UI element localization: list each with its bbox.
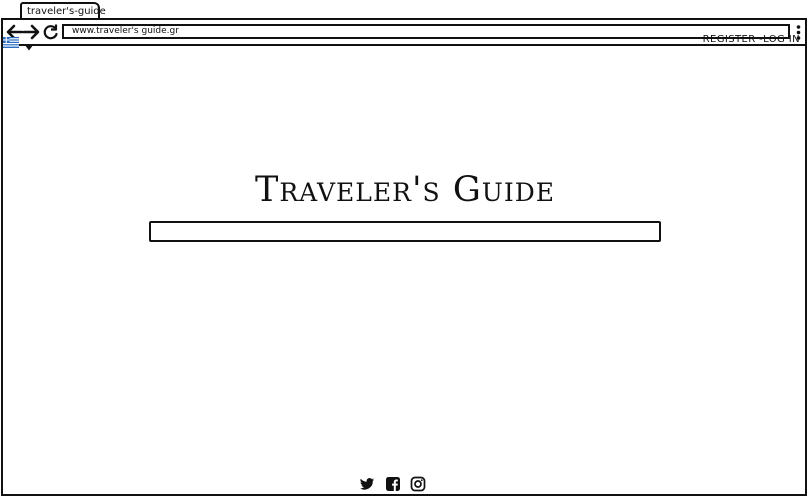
browser-toolbar: www.traveler's guide.gr [3,20,805,46]
url-text: www.traveler's guide.gr [72,26,179,36]
tab-title: traveler's-guide [27,6,106,17]
instagram-icon[interactable] [410,476,426,492]
register-login-link[interactable]: REGISTER -LOG IN [703,34,800,45]
search-input[interactable] [149,221,661,242]
site-title: Traveler's Guide [254,170,556,210]
greece-flag-icon[interactable] [3,33,19,48]
reload-icon[interactable] [42,23,60,41]
language-dropdown-caret-icon[interactable] [24,36,34,51]
browser-window: www.traveler's guide.gr [1,18,807,496]
twitter-icon[interactable] [359,476,375,492]
browser-tab[interactable]: traveler's-guide [20,2,106,19]
address-bar[interactable]: www.traveler's guide.gr [62,24,790,39]
facebook-icon[interactable] [385,476,401,492]
